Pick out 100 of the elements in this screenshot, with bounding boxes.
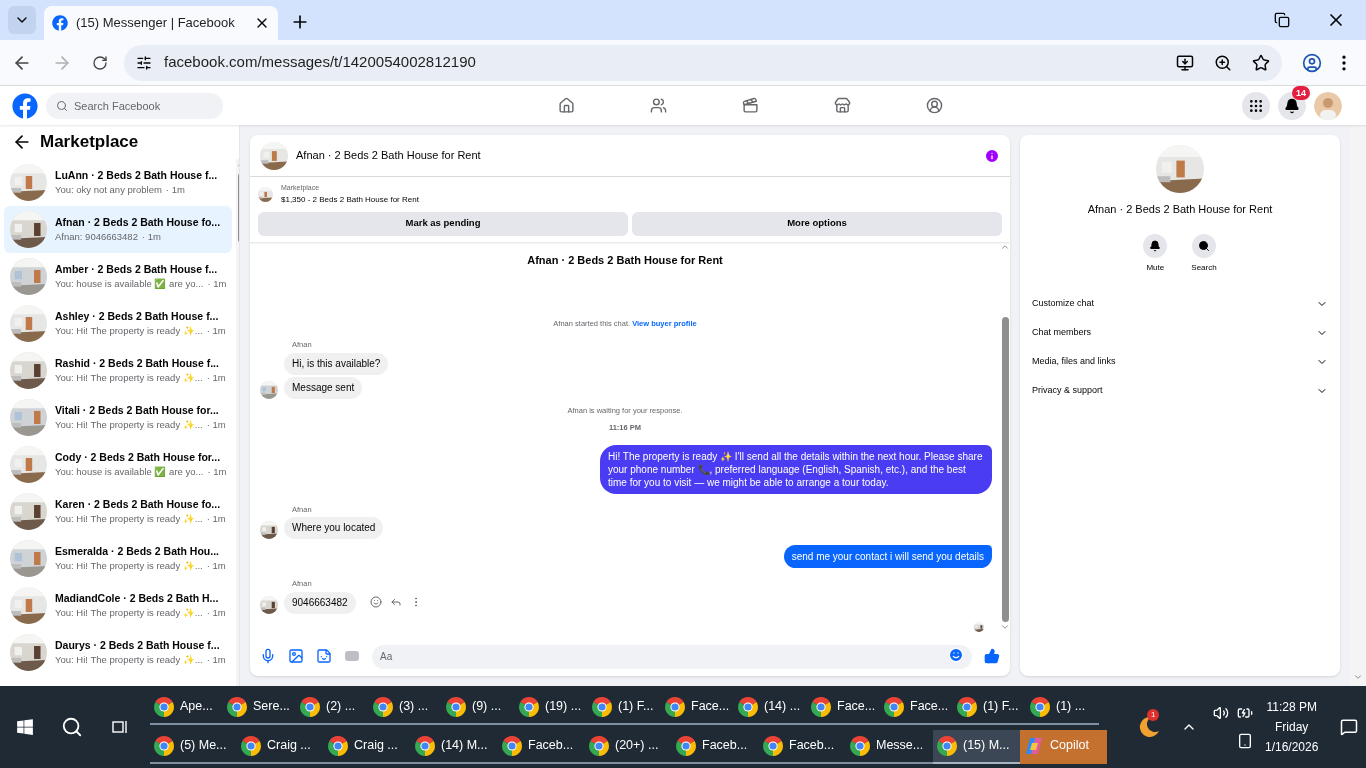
taskbar-item[interactable]: (1) ... xyxy=(1026,690,1099,725)
info-icon[interactable] xyxy=(984,147,1000,164)
taskbar-item[interactable]: (14) ... xyxy=(734,690,807,725)
conversation-item[interactable]: Karen · 2 Beds 2 Bath House fo... You: Hi! The property is ready ✨... · 1m xyxy=(4,488,233,535)
taskbar-item[interactable]: Copilot xyxy=(1020,729,1107,764)
conversation-name: Afnan · 2 Beds 2 Bath House fo... xyxy=(55,214,221,230)
browser-icon xyxy=(415,735,435,756)
zoom-icon xyxy=(1214,53,1232,72)
react-icon[interactable] xyxy=(369,595,382,608)
chat-title: Afnan · 2 Beds 2 Bath House for Rent xyxy=(296,148,482,164)
taskbar-item[interactable]: (20+) ... xyxy=(585,729,672,764)
conversation-name: Esmeralda · 2 Beds 2 Bath Hou... xyxy=(55,543,220,559)
search-field[interactable]: Search Facebook xyxy=(46,92,223,119)
listing-action-button[interactable]: Mark as pending xyxy=(258,211,628,236)
message-preview: You: house is available ✅ are yo... xyxy=(55,465,204,480)
taskbar-item[interactable]: (3) ... xyxy=(369,690,442,725)
browser-icon xyxy=(1030,696,1050,717)
details-section[interactable]: Customize chat xyxy=(1032,289,1328,319)
conversation-item[interactable]: Amber · 2 Beds 2 Bath House f... You: house is available ✅ are yo... · 1m xyxy=(4,253,233,300)
message-time: · 1m xyxy=(206,606,226,621)
weather-icon[interactable] xyxy=(1137,715,1161,739)
conversation-item[interactable]: Vitali · 2 Beds 2 Bath House for... You: Hi! The property is ready ✨... · 1m xyxy=(4,394,233,441)
video-icon[interactable] xyxy=(741,97,759,114)
store-icon[interactable] xyxy=(833,97,851,114)
sticker-icon[interactable] xyxy=(316,648,332,664)
taskbar-item[interactable]: Faceb... xyxy=(672,729,759,764)
taskbar-item[interactable]: (9) ... xyxy=(442,690,515,725)
listing-action-button[interactable]: More options xyxy=(632,211,1002,236)
taskbar-item[interactable]: Craig ... xyxy=(237,729,324,764)
taskbar-item[interactable]: Face... xyxy=(880,690,953,725)
restore-icon[interactable] xyxy=(1274,12,1290,28)
address-bar[interactable]: facebook.com/messages/t/1420054002812190 xyxy=(124,44,1282,81)
phone-icon[interactable] xyxy=(1237,733,1253,749)
taskbar-item[interactable]: Face... xyxy=(807,690,880,725)
message-time: · 1m xyxy=(206,418,226,433)
conversation-item[interactable]: Rashid · 2 Beds 2 Bath House f... You: Hi! The property is ready ✨... · 1m xyxy=(4,347,233,394)
message-bubble: Hi! The property is ready ✨ I'll send all the details within the next hour. Please share your phone number 📞, preferred language (English, Spanish, etc.), and the best time for you to visit — we might be able to arrange a tour today. xyxy=(600,445,992,494)
browser-icon xyxy=(519,696,539,717)
details-section[interactable]: Privacy & support xyxy=(1032,376,1328,406)
browser-icon xyxy=(446,696,466,717)
taskbar-item[interactable]: Craig ... xyxy=(324,729,411,764)
browser-tab[interactable]: (15) Messenger | Facebook xyxy=(44,6,278,40)
conversation-item[interactable]: Cody · 2 Beds 2 Bath House for... You: house is available ✅ are yo... · 1m xyxy=(4,441,233,488)
conversation-name: LuAnn · 2 Beds 2 Bath House f... xyxy=(55,167,218,183)
message-time: · 1m xyxy=(206,371,226,386)
home-icon[interactable] xyxy=(557,97,575,114)
conversation-name: Cody · 2 Beds 2 Bath House for... xyxy=(55,449,222,465)
notification-center-icon[interactable] xyxy=(1340,718,1359,736)
volume-icon[interactable] xyxy=(1213,705,1229,721)
conversation-item[interactable]: Ashley · 2 Beds 2 Bath House f... You: Hi! The property is ready ✨... · 1m xyxy=(4,300,233,347)
taskbar-item[interactable]: (5) Me... xyxy=(150,729,237,764)
reload-icon[interactable] xyxy=(92,54,108,71)
like-icon[interactable] xyxy=(984,648,1000,664)
taskbar-item[interactable]: Sere... xyxy=(223,690,296,725)
taskbar-item[interactable]: Ape... xyxy=(150,690,223,725)
conversation-name: MadiandCole · 2 Beds 2 Bath H... xyxy=(55,590,220,606)
taskbar-item[interactable]: (14) M... xyxy=(411,729,498,764)
search-icon[interactable] xyxy=(61,716,83,738)
details-section[interactable]: Media, files and links xyxy=(1032,347,1328,377)
conversation-item[interactable]: Daurys · 2 Beds 2 Bath House f... You: Hi! The property is ready ✨... · 1m xyxy=(4,629,233,676)
taskbar-item[interactable]: (2) ... xyxy=(296,690,369,725)
install-icon xyxy=(1176,53,1194,72)
browser-icon xyxy=(589,735,609,756)
conversation-item[interactable]: Afnan · 2 Beds 2 Bath House fo... Afnan: 9046663482 · 1m xyxy=(4,206,233,253)
tab-title: (15) Messenger | Facebook xyxy=(76,14,236,33)
message-field[interactable]: Aa xyxy=(372,644,972,669)
message-preview: You: house is available ✅ are yo... xyxy=(55,277,204,292)
grid-icon xyxy=(1248,97,1264,114)
clock-time: 11:28 PM xyxy=(1266,699,1317,716)
browser-icon xyxy=(738,696,758,717)
details-section[interactable]: Chat members xyxy=(1032,318,1328,348)
message-preview: Afnan: 9046663482 xyxy=(55,230,138,245)
message-preview: You: Hi! The property is ready ✨... xyxy=(55,653,203,668)
taskbar-item[interactable]: Face... xyxy=(661,690,734,725)
message-preview: You: oky not any problem xyxy=(55,183,162,198)
url-text: facebook.com/messages/t/1420054002812190 xyxy=(164,52,477,73)
taskbar-item[interactable]: (19) ... xyxy=(515,690,588,725)
message-preview: You: Hi! The property is ready ✨... xyxy=(55,559,203,574)
windows-icon[interactable] xyxy=(16,718,34,736)
message-preview: You: Hi! The property is ready ✨... xyxy=(55,512,203,527)
notifications-button[interactable] xyxy=(1278,91,1306,120)
tab-list-button[interactable] xyxy=(8,6,36,34)
people-icon[interactable] xyxy=(649,97,667,114)
message-bubble: Message sent xyxy=(284,376,363,399)
photo-icon[interactable] xyxy=(288,648,304,664)
profile-icon[interactable] xyxy=(1302,52,1322,73)
conversation-item[interactable]: LuAnn · 2 Beds 2 Bath House f... You: oky not any problem · 1m xyxy=(4,159,233,206)
taskbar-item[interactable]: Faceb... xyxy=(759,729,846,764)
apps-button[interactable] xyxy=(1242,91,1270,120)
battery-icon[interactable] xyxy=(1237,705,1253,721)
taskbar-item[interactable]: (15) M... xyxy=(933,729,1020,764)
conversation-item[interactable]: Esmeralda · 2 Beds 2 Bath Hou... You: Hi! The property is ready ✨... · 1m xyxy=(4,535,233,582)
group-icon[interactable] xyxy=(925,97,943,114)
conversation-item[interactable]: MadiandCole · 2 Beds 2 Bath H... You: Hi! The property is ready ✨... · 1m xyxy=(4,582,233,629)
browser-icon xyxy=(763,735,783,756)
taskbar-item[interactable]: (1) F... xyxy=(953,690,1026,725)
taskbar-item[interactable]: (1) F... xyxy=(588,690,661,725)
microphone-icon[interactable] xyxy=(260,648,276,664)
taskbar-item[interactable]: Faceb... xyxy=(498,729,585,764)
facebook-logo-icon[interactable] xyxy=(12,92,38,119)
